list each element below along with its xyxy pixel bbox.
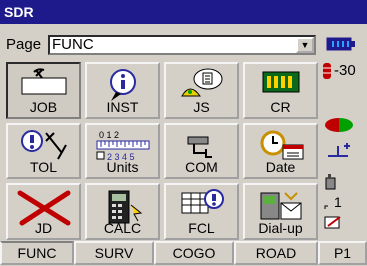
page-label: Page: [6, 36, 42, 53]
window-title: SDR: [0, 0, 367, 24]
com-icon: [187, 136, 212, 158]
small-dot-icon: [324, 205, 328, 209]
signal-bar-icon: [323, 63, 331, 79]
tile-tol-label: TOL: [30, 159, 57, 176]
fcl-icon: [181, 189, 224, 214]
tile-cr-label: CR: [270, 98, 291, 115]
tile-dialup-label: Dial-up: [258, 220, 303, 236]
units-scale-top: 0 1 2: [99, 130, 119, 140]
tile-jd[interactable]: JD: [6, 183, 81, 240]
tab-surv[interactable]: SURV: [74, 241, 154, 265]
tile-fcl[interactable]: FCL: [164, 183, 239, 240]
tile-js[interactable]: JS: [164, 62, 239, 119]
tile-js-label: JS: [193, 98, 210, 115]
tab-func[interactable]: FUNC: [0, 241, 74, 265]
tile-cr[interactable]: CR: [243, 62, 318, 119]
count-text: 1: [334, 194, 342, 210]
tab-road[interactable]: ROAD: [234, 241, 318, 265]
tab-cogo[interactable]: COGO: [154, 241, 234, 265]
tile-job[interactable]: JOB: [6, 62, 81, 119]
tile-calc-label: CALC: [103, 220, 142, 236]
level-icon: [326, 142, 352, 158]
page-dropdown-value: FUNC: [52, 36, 94, 53]
battery-icon: [326, 36, 355, 51]
mode-tabs: FUNC SURV COGO ROAD P1: [0, 240, 367, 266]
tile-inst-label: INST: [106, 98, 139, 115]
tile-com[interactable]: COM: [164, 122, 239, 180]
tab-p1[interactable]: P1: [318, 241, 367, 265]
page-row: Page FUNC ▼: [0, 34, 318, 56]
tol-icon: [20, 129, 67, 160]
count-indicator: 1: [324, 194, 354, 212]
tile-units[interactable]: 0 1 2 2 3 4 5 Units: [85, 122, 160, 180]
tile-com-label: COM: [185, 159, 218, 176]
tile-jd-label: JD: [34, 220, 53, 236]
tile-fcl-label: FCL: [188, 220, 215, 236]
dialup-icon: [260, 192, 301, 220]
edit-icon: [324, 215, 344, 229]
tile-calc[interactable]: CALC: [85, 183, 160, 240]
device-icon: [324, 172, 340, 190]
tile-inst[interactable]: INST: [85, 62, 160, 119]
info-icon: [109, 69, 136, 101]
tile-job-label: JOB: [29, 98, 58, 115]
tile-date-label: Date: [265, 159, 296, 176]
clock-calendar-icon: [260, 130, 303, 160]
tile-tol[interactable]: TOL: [6, 122, 81, 180]
chevron-down-icon[interactable]: ▼: [296, 37, 314, 53]
function-grid: JOB INST JS CR TOL 0 1 2 2 3 4 5 Units C…: [6, 62, 318, 240]
cr-icon: [262, 71, 299, 93]
job-icon: [21, 68, 66, 95]
js-icon: [180, 68, 222, 97]
signal-indicator: -30: [320, 62, 367, 80]
page-dropdown[interactable]: FUNC ▼: [48, 35, 316, 55]
target-icon: [324, 118, 354, 132]
ruler-icon: 0 1 2 2 3 4 5: [96, 130, 149, 162]
signal-text: -30: [334, 62, 356, 79]
status-sidebar: -30 1: [320, 34, 367, 238]
tile-units-label: Units: [106, 159, 139, 176]
sdr-screen: SDR Page FUNC ▼ JOB INST JS CR TOL 0 1 2…: [0, 0, 367, 266]
tile-dialup[interactable]: Dial-up: [243, 183, 318, 240]
tile-date[interactable]: Date: [243, 122, 318, 180]
